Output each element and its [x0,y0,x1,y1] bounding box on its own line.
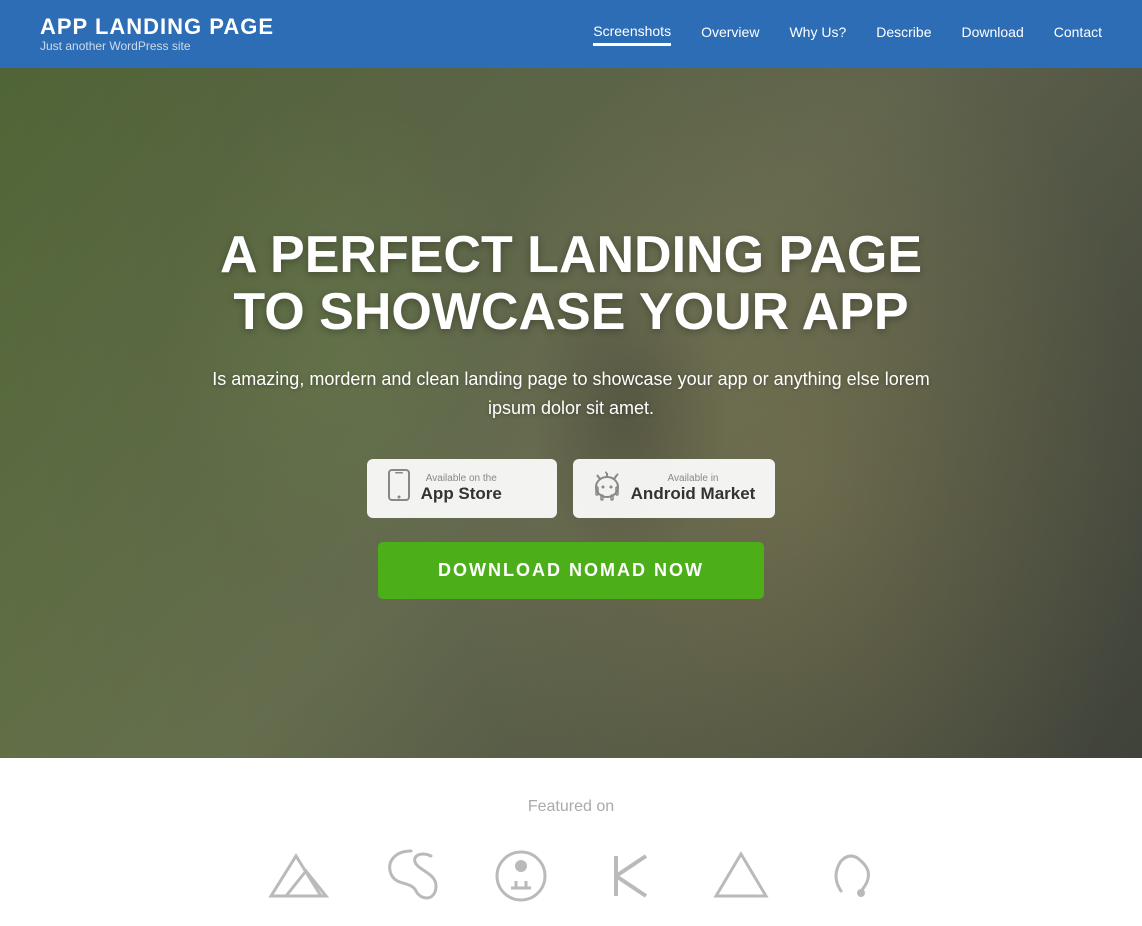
featured-logo-2 [381,846,441,906]
nav-overview[interactable]: Overview [701,24,759,44]
nav-describe[interactable]: Describe [876,24,931,44]
phone-icon [387,469,411,508]
nav-contact[interactable]: Contact [1054,24,1102,44]
appstore-label: Available on the [421,473,502,484]
android-icon [593,469,621,508]
featured-logo-3 [491,846,551,906]
hero-subtitle: Is amazing, mordern and clean landing pa… [201,365,941,423]
featured-logo-6 [821,846,881,906]
android-button[interactable]: Available in Android Market [573,459,776,518]
appstore-name: App Store [421,484,502,503]
appstore-text: Available on the App Store [421,473,502,504]
download-button[interactable]: DOWNLOAD NOMAD NOW [378,542,764,599]
store-buttons: Available on the App Store [201,459,941,518]
appstore-button[interactable]: Available on the App Store [367,459,557,518]
featured-section: Featured on [0,758,1142,926]
featured-label: Featured on [0,798,1142,816]
hero-content: A PERFECT LANDING PAGE TO SHOWCASE YOUR … [181,227,961,599]
nav-whyus[interactable]: Why Us? [789,24,846,44]
hero-title: A PERFECT LANDING PAGE TO SHOWCASE YOUR … [201,227,941,341]
featured-logo-1 [261,851,331,901]
android-name: Android Market [631,484,756,503]
site-title: APP LANDING PAGE [40,15,274,39]
featured-logos [0,846,1142,906]
android-label: Available in [631,473,756,484]
main-nav: Screenshots Overview Why Us? Describe Do… [593,23,1102,46]
brand: APP LANDING PAGE Just another WordPress … [40,15,274,53]
site-header: APP LANDING PAGE Just another WordPress … [0,0,1142,68]
nav-screenshots[interactable]: Screenshots [593,23,671,46]
android-text: Available in Android Market [631,473,756,504]
hero-section: A PERFECT LANDING PAGE TO SHOWCASE YOUR … [0,68,1142,758]
site-subtitle: Just another WordPress site [40,39,274,53]
nav-download[interactable]: Download [961,24,1023,44]
featured-logo-4 [601,846,661,906]
featured-logo-5 [711,846,771,906]
